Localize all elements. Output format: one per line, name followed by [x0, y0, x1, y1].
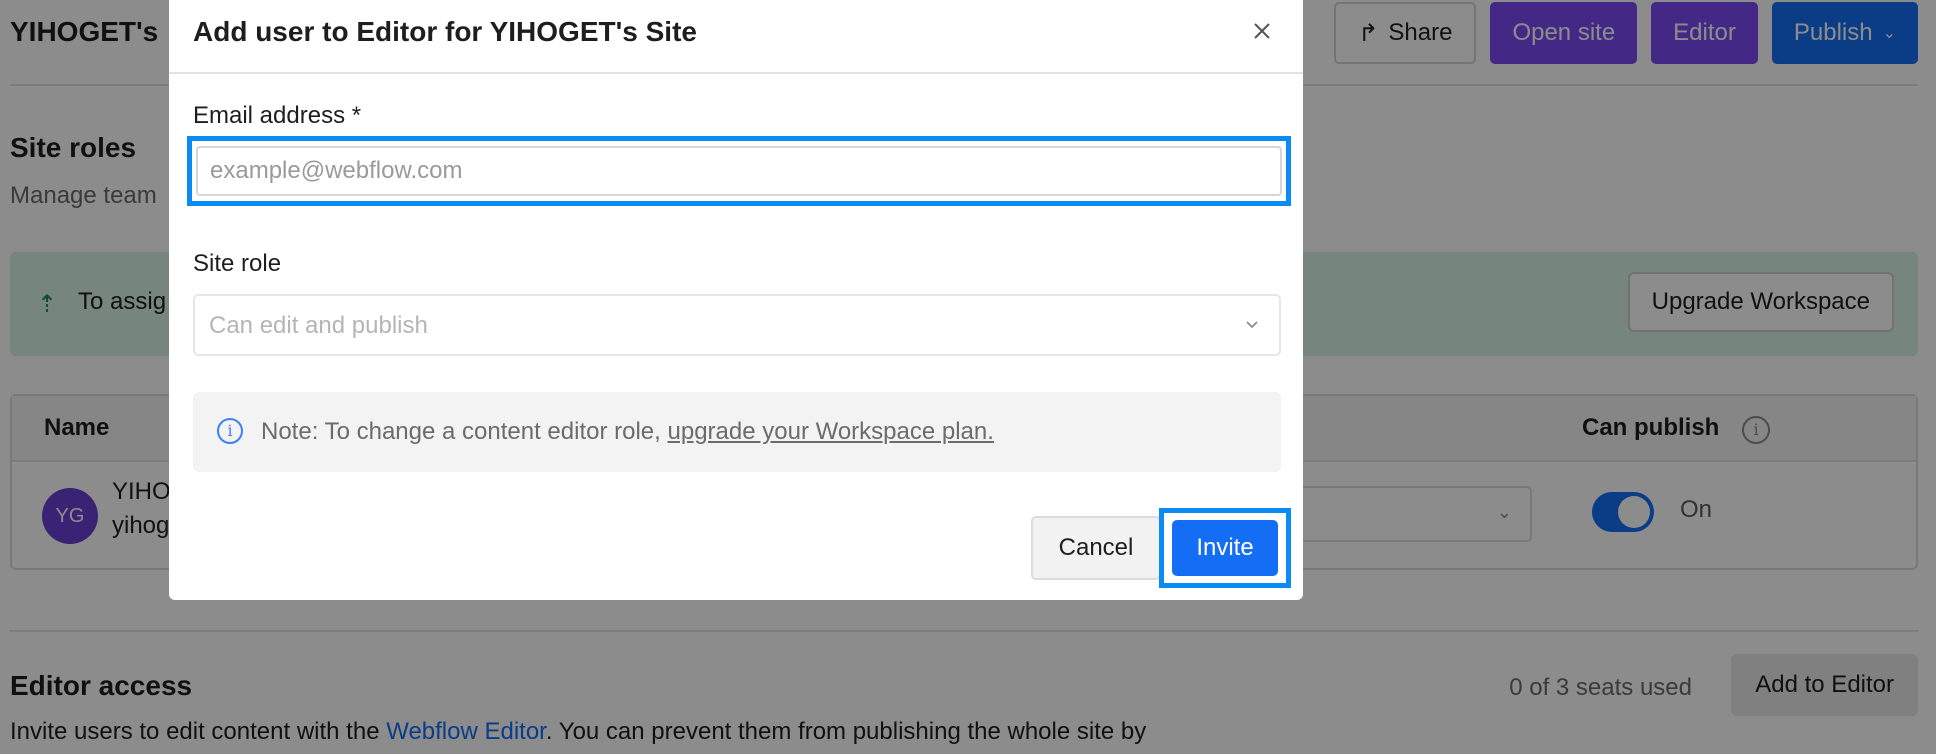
- upgrade-note: i Note: To change a content editor role,…: [193, 392, 1281, 472]
- site-role-select[interactable]: Can edit and publish: [193, 294, 1281, 356]
- close-icon: [1254, 23, 1270, 39]
- add-user-modal: Add user to Editor for YIHOGET's Site Em…: [169, 0, 1303, 600]
- email-field[interactable]: [196, 146, 1282, 196]
- chevron-down-icon: [1246, 321, 1258, 329]
- modal-header: Add user to Editor for YIHOGET's Site: [169, 0, 1303, 74]
- close-button[interactable]: [1245, 14, 1279, 48]
- invite-button[interactable]: Invite: [1172, 520, 1278, 576]
- cancel-button[interactable]: Cancel: [1031, 516, 1161, 580]
- site-role-value: Can edit and publish: [209, 312, 428, 339]
- email-field-highlight: [187, 136, 1291, 206]
- info-icon: i: [217, 418, 243, 444]
- modal-title: Add user to Editor for YIHOGET's Site: [193, 16, 697, 47]
- site-role-label: Site role: [193, 250, 282, 277]
- email-label: Email address *: [193, 102, 362, 129]
- upgrade-plan-link[interactable]: upgrade your Workspace plan.: [668, 418, 994, 445]
- note-text: Note: To change a content editor role, u…: [261, 418, 994, 446]
- note-prefix: Note: To change a content editor role,: [261, 418, 668, 445]
- invite-button-highlight: Invite: [1159, 508, 1291, 588]
